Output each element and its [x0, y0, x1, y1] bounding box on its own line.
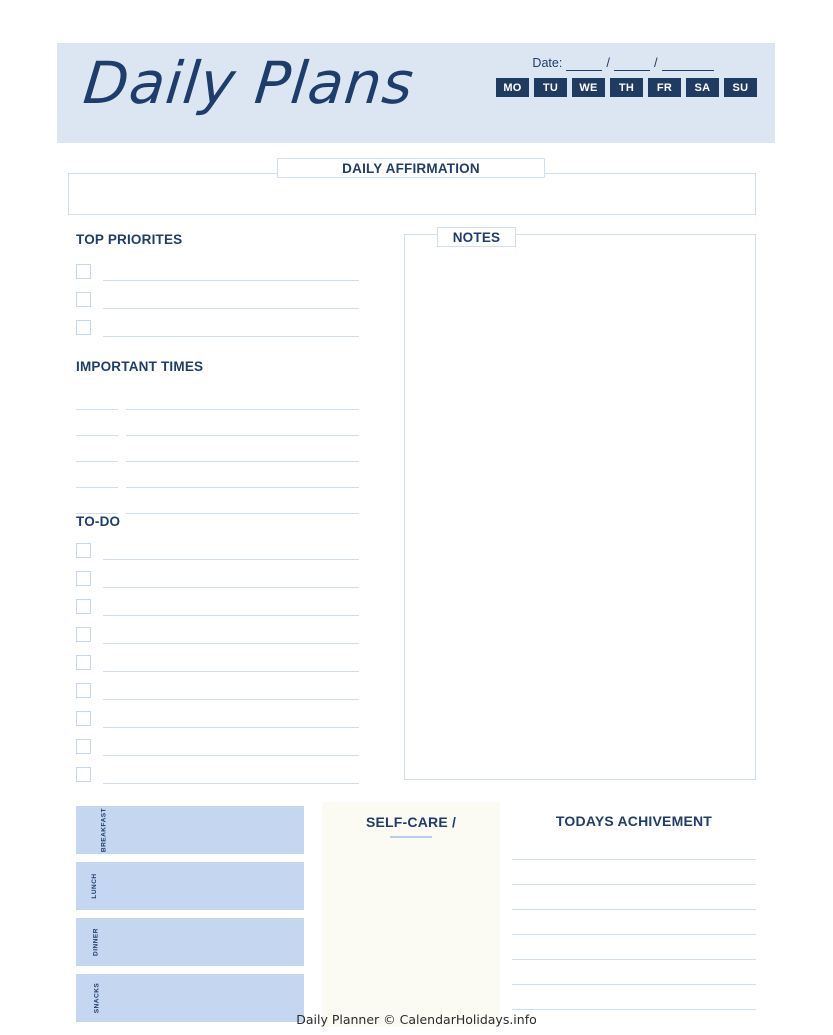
checkbox-icon[interactable] — [76, 264, 91, 279]
todo-row[interactable] — [76, 622, 359, 644]
todo-input[interactable] — [103, 782, 359, 784]
checkbox-icon[interactable] — [76, 571, 91, 586]
weekday-button-we[interactable]: WE — [572, 78, 605, 97]
achievement-line[interactable] — [512, 908, 756, 910]
todo-row[interactable] — [76, 734, 359, 756]
todo-heading: TO-DO — [76, 514, 121, 529]
date-line[interactable]: Date: / / — [489, 51, 757, 71]
important-time-text-input[interactable] — [126, 460, 359, 462]
achievement-line[interactable] — [512, 883, 756, 885]
meal-box-lunch[interactable]: LUNCH — [76, 862, 304, 910]
important-time-hour-input[interactable] — [76, 460, 118, 462]
date-day-blank[interactable] — [566, 60, 603, 71]
important-time-text-input[interactable] — [126, 434, 359, 436]
date-separator-1: / — [606, 55, 610, 70]
important-time-text-input[interactable] — [126, 408, 359, 410]
weekday-button-mo[interactable]: MO — [496, 78, 529, 97]
achievement-line[interactable] — [512, 933, 756, 935]
todo-input[interactable] — [103, 754, 359, 756]
achievement-line[interactable] — [512, 958, 756, 960]
weekday-button-sa[interactable]: SA — [686, 78, 719, 97]
todo-input[interactable] — [103, 698, 359, 700]
checkbox-icon[interactable] — [76, 767, 91, 782]
header-band: Daily Plans Date: / / MO TU WE TH FR SA … — [57, 43, 775, 143]
meal-box-dinner[interactable]: DINNER — [76, 918, 304, 966]
important-time-hour-input[interactable] — [76, 486, 118, 488]
notes-label: NOTES — [437, 227, 516, 247]
achievement-heading: TODAYS ACHIVEMENT — [555, 813, 713, 829]
todo-input[interactable] — [103, 586, 359, 588]
checkbox-icon[interactable] — [76, 683, 91, 698]
meal-label-lunch: LUNCH — [91, 873, 99, 899]
important-time-hour-input[interactable] — [76, 434, 118, 436]
weekday-button-su[interactable]: SU — [724, 78, 757, 97]
important-time-row[interactable] — [76, 440, 359, 462]
weekday-button-tu[interactable]: TU — [534, 78, 567, 97]
todo-row[interactable] — [76, 706, 359, 728]
top-priority-row[interactable] — [76, 259, 359, 281]
todo-row[interactable] — [76, 650, 359, 672]
meal-box-breakfast[interactable]: BREAKFAST — [76, 806, 304, 854]
checkbox-icon[interactable] — [76, 711, 91, 726]
weekday-button-fr[interactable]: FR — [648, 78, 681, 97]
meal-label-breakfast: BREAKFAST — [100, 807, 108, 853]
important-time-text-input[interactable] — [126, 486, 359, 488]
checkbox-icon[interactable] — [76, 543, 91, 558]
date-year-blank[interactable] — [661, 60, 714, 71]
date-month-blank[interactable] — [613, 60, 650, 71]
checkbox-icon[interactable] — [76, 627, 91, 642]
footer-credit: Daily Planner © CalendarHolidays.info — [296, 1012, 537, 1027]
checkbox-icon[interactable] — [76, 292, 91, 307]
page-title: Daily Plans — [80, 49, 418, 117]
notes-field[interactable] — [404, 234, 756, 780]
date-block: Date: / / MO TU WE TH FR SA SU — [489, 51, 757, 97]
daily-affirmation-field[interactable] — [68, 173, 756, 215]
todo-input[interactable] — [103, 726, 359, 728]
self-care-panel[interactable]: SELF-CARE / — [322, 802, 500, 1027]
important-time-text-input[interactable] — [126, 512, 359, 514]
todo-row[interactable] — [76, 762, 359, 784]
date-label: Date: — [532, 56, 563, 70]
todo-row[interactable] — [76, 678, 359, 700]
weekday-button-th[interactable]: TH — [610, 78, 643, 97]
meal-label-snacks: SNACKS — [93, 982, 101, 1014]
important-time-row[interactable] — [76, 388, 359, 410]
todo-input[interactable] — [103, 558, 359, 560]
todo-input[interactable] — [103, 614, 359, 616]
top-priority-row[interactable] — [76, 287, 359, 309]
important-times-heading: IMPORTANT TIMES — [76, 359, 204, 374]
self-care-heading: SELF-CARE / — [365, 814, 457, 830]
important-time-hour-input[interactable] — [76, 408, 118, 410]
achievement-line[interactable] — [512, 983, 756, 985]
important-time-row[interactable] — [76, 414, 359, 436]
achievement-line[interactable] — [512, 858, 756, 860]
top-priorities-heading: TOP PRIORITES — [76, 232, 183, 247]
checkbox-icon[interactable] — [76, 599, 91, 614]
top-priority-input[interactable] — [103, 335, 359, 337]
achievement-line[interactable] — [512, 1008, 756, 1010]
important-time-row[interactable] — [76, 492, 359, 514]
todo-row[interactable] — [76, 538, 359, 560]
top-priority-input[interactable] — [103, 307, 359, 309]
self-care-input[interactable] — [390, 836, 432, 838]
date-separator-2: / — [653, 55, 658, 70]
important-time-row[interactable] — [76, 466, 359, 488]
meal-label-dinner: DINNER — [92, 928, 100, 956]
top-priority-row[interactable] — [76, 315, 359, 337]
checkbox-icon[interactable] — [76, 739, 91, 754]
todo-input[interactable] — [103, 642, 359, 644]
todo-row[interactable] — [76, 566, 359, 588]
checkbox-icon[interactable] — [76, 655, 91, 670]
weekday-selector[interactable]: MO TU WE TH FR SA SU — [489, 78, 757, 97]
todo-input[interactable] — [103, 670, 359, 672]
todo-row[interactable] — [76, 594, 359, 616]
daily-affirmation-label: DAILY AFFIRMATION — [277, 158, 545, 178]
checkbox-icon[interactable] — [76, 320, 91, 335]
top-priority-input[interactable] — [103, 279, 359, 281]
